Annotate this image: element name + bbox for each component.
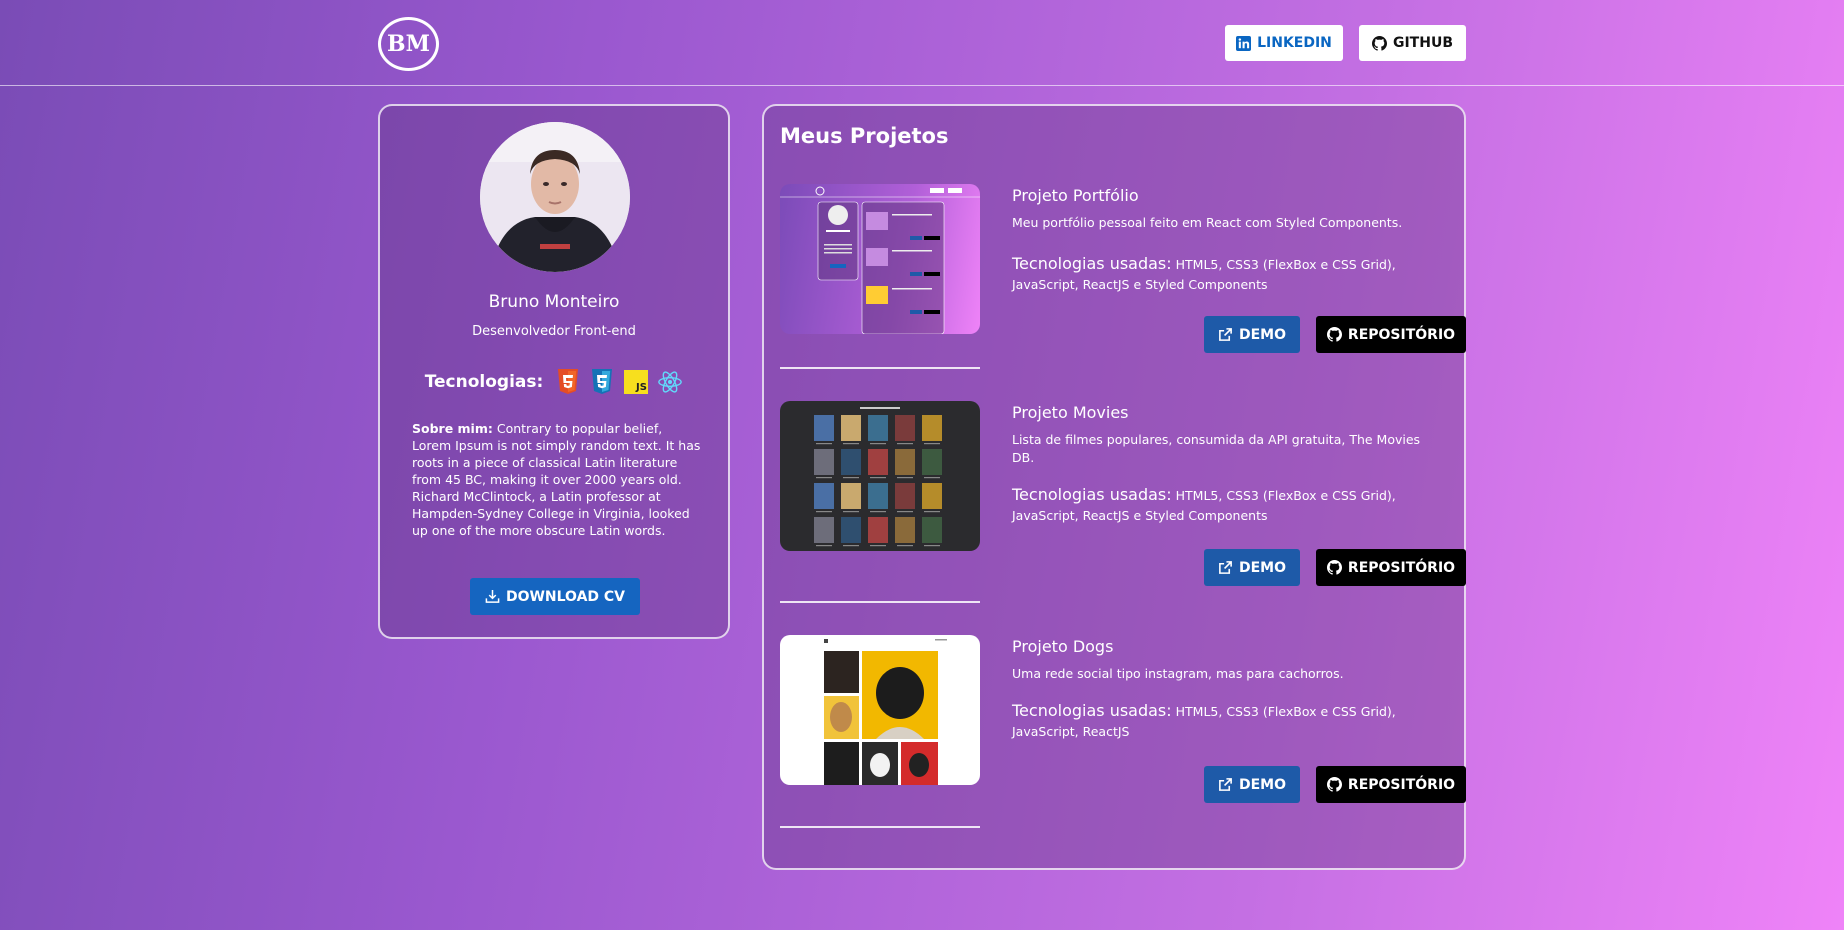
projects-title: Meus Projetos bbox=[780, 124, 949, 148]
github-icon bbox=[1326, 327, 1342, 342]
project-divider bbox=[780, 367, 980, 369]
project-dogs: Projeto Dogs Uma rede social tipo instag… bbox=[780, 635, 1466, 845]
project-movies: Projeto Movies Lista de filmes populares… bbox=[780, 401, 1466, 611]
project-tech-label: Tecnologias usadas: bbox=[1012, 485, 1172, 504]
profile-role: Desenvolvedor Front-end bbox=[472, 324, 636, 339]
avatar bbox=[480, 122, 630, 272]
repository-button[interactable]: REPOSITÓRIO bbox=[1316, 549, 1466, 586]
project-description: Lista de filmes populares, consumida da … bbox=[1012, 432, 1421, 465]
react-icon bbox=[657, 368, 683, 396]
project-tech-label: Tecnologias usadas: bbox=[1012, 254, 1172, 273]
project-description: Uma rede social tipo instagram, mas para… bbox=[1012, 666, 1344, 681]
logo[interactable]: BM bbox=[378, 17, 439, 71]
repository-label: REPOSITÓRIO bbox=[1347, 326, 1456, 343]
profile-card: Bruno Monteiro Desenvolvedor Front-end T… bbox=[378, 104, 730, 639]
linkedin-icon bbox=[1236, 35, 1252, 51]
projects-card: Meus Projetos Projeto Portfólio Meu port… bbox=[762, 104, 1466, 870]
tech-row: Tecnologias: JS bbox=[380, 368, 728, 396]
project-thumbnail[interactable] bbox=[780, 635, 980, 785]
tech-label: Tecnologias: bbox=[424, 372, 544, 392]
github-button[interactable]: GITHUB bbox=[1359, 25, 1466, 61]
github-label: GITHUB bbox=[1392, 35, 1453, 51]
project-title: Projeto Movies bbox=[1012, 403, 1129, 422]
repository-button[interactable]: REPOSITÓRIO bbox=[1316, 316, 1466, 353]
project-title: Projeto Dogs bbox=[1012, 637, 1114, 656]
about-body: Contrary to popular belief, Lorem Ipsum … bbox=[412, 421, 701, 538]
project-tech-label: Tecnologias usadas: bbox=[1012, 701, 1172, 720]
repository-button[interactable]: REPOSITÓRIO bbox=[1316, 766, 1466, 803]
external-link-icon bbox=[1219, 561, 1232, 574]
demo-button[interactable]: DEMO bbox=[1204, 766, 1300, 803]
linkedin-label: LINKEDIN bbox=[1257, 35, 1332, 51]
site-header: BM LINKEDIN GITHUB bbox=[0, 0, 1844, 86]
about-text: Sobre mim: Contrary to popular belief, L… bbox=[412, 420, 702, 539]
css3-icon bbox=[589, 368, 615, 396]
download-icon bbox=[485, 589, 500, 603]
demo-button[interactable]: DEMO bbox=[1204, 549, 1300, 586]
project-tech: Tecnologias usadas: HTML5, CSS3 (FlexBox… bbox=[1012, 701, 1432, 742]
github-icon bbox=[1371, 35, 1387, 51]
repository-label: REPOSITÓRIO bbox=[1347, 559, 1456, 576]
project-divider bbox=[780, 601, 980, 603]
project-divider bbox=[780, 826, 980, 828]
profile-name: Bruno Monteiro bbox=[488, 292, 620, 312]
about-label: Sobre mim: bbox=[412, 421, 493, 436]
demo-label: DEMO bbox=[1238, 776, 1287, 793]
github-icon bbox=[1326, 560, 1342, 575]
html5-icon bbox=[555, 368, 581, 396]
external-link-icon bbox=[1219, 778, 1232, 791]
project-thumbnail[interactable] bbox=[780, 184, 980, 334]
project-description: Meu portfólio pessoal feito em React com… bbox=[1012, 215, 1403, 230]
github-icon bbox=[1326, 777, 1342, 792]
repository-label: REPOSITÓRIO bbox=[1347, 776, 1456, 793]
demo-button[interactable]: DEMO bbox=[1204, 316, 1300, 353]
project-title: Projeto Portfólio bbox=[1012, 186, 1139, 205]
demo-label: DEMO bbox=[1238, 559, 1287, 576]
project-tech: Tecnologias usadas: HTML5, CSS3 (FlexBox… bbox=[1012, 254, 1432, 295]
svg-text:JS: JS bbox=[635, 382, 647, 393]
external-link-icon bbox=[1219, 328, 1232, 341]
project-thumbnail[interactable] bbox=[780, 401, 980, 551]
javascript-icon: JS bbox=[623, 368, 649, 396]
download-cv-button[interactable]: DOWNLOAD CV bbox=[470, 578, 640, 615]
download-cv-label: DOWNLOAD CV bbox=[505, 588, 626, 605]
linkedin-button[interactable]: LINKEDIN bbox=[1225, 25, 1343, 61]
demo-label: DEMO bbox=[1238, 326, 1287, 343]
project-portfolio: Projeto Portfólio Meu portfólio pessoal … bbox=[780, 184, 1466, 394]
avatar-photo bbox=[480, 122, 630, 272]
project-tech: Tecnologias usadas: HTML5, CSS3 (FlexBox… bbox=[1012, 485, 1432, 526]
